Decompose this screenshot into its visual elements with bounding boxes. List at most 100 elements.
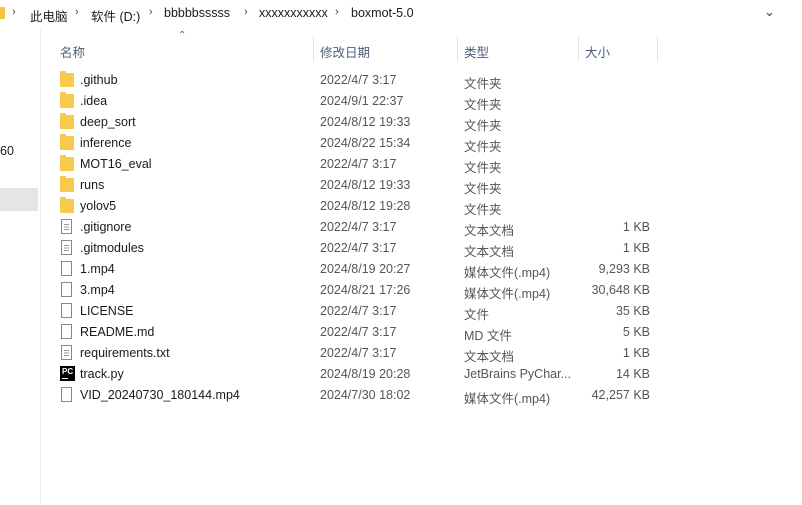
breadcrumb-folder-2[interactable]: xxxxxxxxxxx: [259, 6, 328, 20]
file-row[interactable]: VID_20240730_180144.mp4 2024/7/30 18:02 媒体…: [48, 384, 658, 406]
file-row[interactable]: .gitignore 2022/4/7 3:17 文本文档 1 KB: [48, 216, 658, 238]
chevron-right-icon[interactable]: ›: [335, 6, 339, 18]
text-file-icon: [60, 219, 74, 234]
folder-icon: [60, 176, 74, 192]
file-date: 2022/4/7 3:17: [320, 304, 397, 318]
file-date: 2022/4/7 3:17: [320, 73, 397, 87]
file-name: .gitmodules: [80, 241, 144, 255]
file-date: 2024/8/12 19:28: [320, 199, 411, 213]
file-date: 2022/4/7 3:17: [320, 325, 397, 339]
file-name: MOT16_eval: [80, 157, 152, 171]
file-name: track.py: [80, 367, 124, 381]
chevron-right-icon[interactable]: ›: [149, 6, 153, 18]
file-row[interactable]: 3.mp4 2024/8/21 17:26 媒体文件(.mp4) 30,648 KB: [48, 279, 658, 301]
file-size: 5 KB: [622, 325, 650, 339]
file-name: VID_20240730_180144.mp4: [80, 388, 240, 402]
column-divider[interactable]: [657, 36, 658, 62]
file-name: yolov5: [80, 199, 117, 213]
file-date: 2022/4/7 3:17: [320, 241, 397, 255]
file-row[interactable]: LICENSE 2022/4/7 3:17 文件 35 KB: [48, 300, 658, 322]
file-date: 2024/7/30 18:02: [320, 388, 411, 402]
file-name: requirements.txt: [80, 346, 170, 360]
file-row[interactable]: MOT16_eval 2022/4/7 3:17 文件夹: [48, 153, 658, 175]
file-size: 1 KB: [622, 241, 650, 255]
file-type: 媒体文件(.mp4): [464, 392, 551, 406]
file-size: 30,648 KB: [591, 283, 650, 297]
file-name: deep_sort: [80, 115, 136, 129]
file-date: 2024/8/12 19:33: [320, 178, 411, 192]
folder-icon: [60, 197, 74, 213]
file-icon: [60, 261, 74, 276]
folder-icon: [60, 134, 74, 150]
file-row[interactable]: .idea 2024/9/1 22:37 文件夹: [48, 90, 658, 112]
file-row[interactable]: PC track.py 2024/8/19 20:28 JetBrains PyCha…: [48, 363, 658, 384]
text-file-icon: [60, 345, 74, 360]
folder-icon: [0, 7, 5, 19]
file-row[interactable]: yolov5 2024/8/12 19:28 文件夹: [48, 195, 658, 217]
file-row[interactable]: requirements.txt 2022/4/7 3:17 文本文档 1 KB: [48, 342, 658, 364]
file-date: 2024/8/19 20:28: [320, 367, 411, 381]
file-row[interactable]: inference 2024/8/22 15:34 文件夹: [48, 132, 658, 154]
file-name: inference: [80, 136, 132, 150]
file-date: 2022/4/7 3:17: [320, 220, 397, 234]
text-file-icon: [60, 240, 74, 255]
file-date: 2022/4/7 3:17: [320, 346, 397, 360]
folder-icon: [60, 92, 74, 108]
breadcrumb-current[interactable]: boxmot-5.0: [351, 6, 414, 20]
file-size: 9,293 KB: [598, 262, 650, 276]
folder-icon: [60, 113, 74, 129]
pycharm-icon: PC: [60, 366, 75, 381]
file-date: 2022/4/7 3:17: [320, 157, 397, 171]
folder-icon: [60, 155, 74, 171]
file-name: .idea: [80, 94, 108, 108]
file-size: 14 KB: [615, 367, 650, 381]
file-name: README.md: [80, 325, 155, 339]
file-size: 1 KB: [622, 220, 650, 234]
chevron-right-icon[interactable]: ›: [75, 6, 79, 18]
column-label: 名称: [60, 46, 86, 60]
column-header-type[interactable]: 类型: [458, 34, 578, 62]
file-name: LICENSE: [80, 304, 134, 318]
file-size: 1 KB: [622, 346, 650, 360]
navigation-pane: 60: [0, 28, 41, 505]
file-icon: [60, 303, 74, 318]
file-row[interactable]: README.md 2022/4/7 3:17 MD 文件 5 KB: [48, 321, 658, 343]
file-name: runs: [80, 178, 105, 192]
file-date: 2024/9/1 22:37: [320, 94, 404, 108]
file-date: 2024/8/12 19:33: [320, 115, 411, 129]
column-header-name[interactable]: 名称: [48, 34, 314, 62]
folder-icon: [60, 71, 74, 87]
file-name: 3.mp4: [80, 283, 115, 297]
file-row[interactable]: 1.mp4 2024/8/19 20:27 媒体文件(.mp4) 9,293 KB: [48, 258, 658, 280]
chevron-down-icon[interactable]: ⌄: [764, 4, 775, 20]
breadcrumb-this-pc[interactable]: 此电脑: [30, 6, 68, 25]
file-icon: [60, 282, 74, 297]
file-type: JetBrains PyChar...: [464, 367, 571, 381]
chevron-right-icon: ›: [12, 6, 16, 18]
column-header-modified[interactable]: 修改日期: [314, 34, 457, 62]
nav-selected-item[interactable]: [0, 188, 38, 211]
file-row[interactable]: .github 2022/4/7 3:17 文件夹: [48, 69, 658, 91]
file-size: 42,257 KB: [591, 388, 650, 402]
file-row[interactable]: deep_sort 2024/8/12 19:33 文件夹: [48, 111, 658, 133]
file-date: 2024/8/19 20:27: [320, 262, 411, 276]
file-name: .github: [80, 73, 118, 87]
file-date: 2024/8/21 17:26: [320, 283, 411, 297]
file-size: 35 KB: [615, 304, 650, 318]
file-name: .gitignore: [80, 220, 132, 234]
file-row[interactable]: .gitmodules 2022/4/7 3:17 文本文档 1 KB: [48, 237, 658, 259]
file-name: 1.mp4: [80, 262, 115, 276]
nav-text: 60: [0, 144, 14, 158]
chevron-right-icon[interactable]: ›: [244, 6, 248, 18]
file-icon: [60, 387, 74, 402]
address-bar[interactable]: › 此电脑 › 软件 (D:) › bbbbbsssss › xxxxxxxxx…: [0, 0, 802, 28]
file-icon: [60, 324, 74, 339]
breadcrumb-folder-1[interactable]: bbbbbsssss: [164, 6, 230, 20]
file-date: 2024/8/22 15:34: [320, 136, 411, 150]
column-label: 类型: [464, 46, 490, 60]
column-label: 大小: [585, 46, 611, 60]
breadcrumb-drive[interactable]: 软件 (D:): [91, 6, 140, 25]
column-label: 修改日期: [320, 46, 371, 60]
column-header-size[interactable]: 大小: [579, 34, 657, 62]
file-row[interactable]: runs 2024/8/12 19:33 文件夹: [48, 174, 658, 196]
